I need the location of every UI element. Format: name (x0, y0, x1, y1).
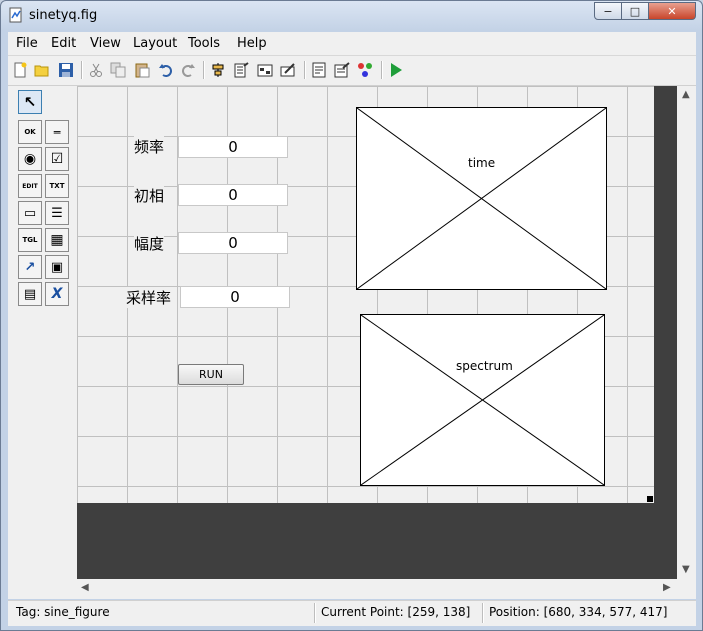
scroll-right-icon[interactable]: ▶ (663, 582, 671, 593)
button-group-icon: ▤ (23, 286, 37, 302)
menu-edit[interactable]: Edit (51, 36, 76, 51)
run-button[interactable]: RUN (178, 364, 244, 385)
button-group-tool[interactable]: ▤ (18, 282, 42, 306)
minimize-button[interactable]: − (594, 2, 622, 20)
activex-icon: X (51, 286, 63, 302)
run-icon[interactable] (388, 62, 404, 78)
figure-area[interactable]: 频率 0 初相 0 幅度 0 采样率 0 RUN time spectrum (77, 86, 654, 503)
redo-icon[interactable] (180, 62, 196, 78)
status-position: Position: [680, 334, 577, 417] (489, 605, 668, 619)
menu-editor-icon[interactable] (233, 62, 249, 78)
checkbox-tool[interactable]: ☑ (45, 147, 69, 171)
pointer-icon: ↖ (23, 93, 37, 111)
popup-menu-tool[interactable]: ▭ (18, 201, 42, 225)
fig-file-icon (9, 7, 22, 23)
radio-button-tool[interactable]: ◉ (18, 147, 42, 171)
axes-cross-placeholder (361, 315, 604, 485)
status-bar: Tag: sine_figure Current Point: [259, 13… (8, 600, 696, 626)
activex-tool[interactable]: X (45, 282, 69, 306)
toolbar-editor-icon[interactable] (280, 62, 296, 78)
save-icon[interactable] (58, 62, 74, 78)
toolbar (8, 56, 696, 86)
popup-menu-icon: ▭ (23, 205, 37, 221)
menu-view[interactable]: View (90, 36, 121, 51)
maximize-button[interactable]: □ (621, 2, 649, 20)
object-browser-icon[interactable] (357, 62, 373, 78)
scroll-up-icon[interactable]: ▲ (682, 89, 690, 100)
status-current-point: Current Point: [259, 138] (321, 605, 471, 619)
minimize-icon: − (603, 4, 613, 18)
listbox-tool[interactable]: ☰ (45, 201, 69, 225)
tab-order-icon[interactable] (257, 62, 273, 78)
panel-icon: ▣ (50, 259, 64, 275)
table-icon: ▦ (50, 232, 64, 248)
select-tool[interactable]: ↖ (18, 90, 42, 114)
paste-icon[interactable] (134, 62, 150, 78)
status-tag: Tag: sine_figure (16, 605, 110, 619)
toggle-button-icon: TGL (22, 236, 38, 244)
spectrum-axes-label: spectrum (455, 359, 514, 373)
table-tool[interactable]: ▦ (45, 228, 69, 252)
sample-rate-label: 采样率 (126, 287, 172, 308)
undo-icon[interactable] (158, 62, 174, 78)
slider-icon: ═ (53, 125, 61, 139)
panel-tool[interactable]: ▣ (45, 255, 69, 279)
property-inspector-icon[interactable] (334, 62, 350, 78)
menu-file[interactable]: File (16, 36, 38, 51)
static-text-icon: TXT (49, 182, 65, 190)
time-axes[interactable]: time (356, 107, 607, 290)
amplitude-edit[interactable]: 0 (178, 232, 288, 254)
align-icon[interactable] (210, 62, 226, 78)
axes-icon: ↗ (24, 259, 36, 275)
time-axes-label: time (467, 156, 497, 170)
scroll-left-icon[interactable]: ◀ (81, 582, 89, 593)
toggle-button-tool[interactable]: TGL (18, 228, 42, 252)
editor-client-area: ↖ OK ═ ◉ ☑ EDIT TXT ▭ ☰ TGL ▦ ↗ ▣ ▤ X 频率… (8, 86, 696, 599)
new-file-icon[interactable] (12, 62, 28, 78)
copy-icon[interactable] (110, 62, 126, 78)
close-icon: ✕ (667, 4, 677, 18)
cut-icon[interactable] (88, 62, 104, 78)
checkbox-icon: ☑ (50, 151, 64, 167)
maximize-icon: □ (629, 4, 641, 18)
freq-edit[interactable]: 0 (178, 136, 288, 158)
listbox-icon: ☰ (51, 205, 63, 221)
scroll-down-icon[interactable]: ▼ (682, 564, 690, 575)
guide-window: sinetyq.fig − □ ✕ File Edit View Layout … (0, 0, 703, 631)
menu-tools[interactable]: Tools (188, 36, 220, 51)
edit-text-tool[interactable]: EDIT (18, 174, 42, 198)
radio-button-icon: ◉ (23, 151, 37, 167)
freq-label: 频率 (134, 136, 165, 157)
phase-edit[interactable]: 0 (178, 184, 288, 206)
vertical-scrollbar[interactable]: ▲ ▼ (677, 86, 696, 579)
slider-tool[interactable]: ═ (45, 120, 69, 144)
title-bar[interactable]: sinetyq.fig − □ ✕ (1, 1, 702, 31)
horizontal-scrollbar[interactable]: ◀ ▶ (77, 579, 677, 599)
phase-label: 初相 (134, 185, 165, 206)
layout-canvas[interactable]: 频率 0 初相 0 幅度 0 采样率 0 RUN time spectrum (77, 86, 677, 579)
sample-rate-edit[interactable]: 0 (180, 286, 290, 308)
menu-help[interactable]: Help (237, 36, 267, 51)
close-button[interactable]: ✕ (648, 2, 696, 20)
push-button-tool[interactable]: OK (18, 120, 42, 144)
axes-cross-placeholder (357, 108, 606, 289)
spectrum-axes[interactable]: spectrum (360, 314, 605, 486)
open-folder-icon[interactable] (34, 62, 50, 78)
axes-tool[interactable]: ↗ (18, 255, 42, 279)
amplitude-label: 幅度 (134, 233, 165, 254)
mfile-editor-icon[interactable] (311, 62, 327, 78)
edit-text-icon: EDIT (22, 182, 38, 190)
menu-bar: File Edit View Layout Tools Help (8, 32, 696, 56)
menu-layout[interactable]: Layout (133, 36, 177, 51)
static-text-tool[interactable]: TXT (45, 174, 69, 198)
component-palette: ↖ OK ═ ◉ ☑ EDIT TXT ▭ ☰ TGL ▦ ↗ ▣ ▤ X (8, 86, 76, 599)
window-title: sinetyq.fig (29, 8, 98, 23)
push-button-icon: OK (24, 128, 36, 136)
figure-resize-handle[interactable] (647, 496, 653, 502)
